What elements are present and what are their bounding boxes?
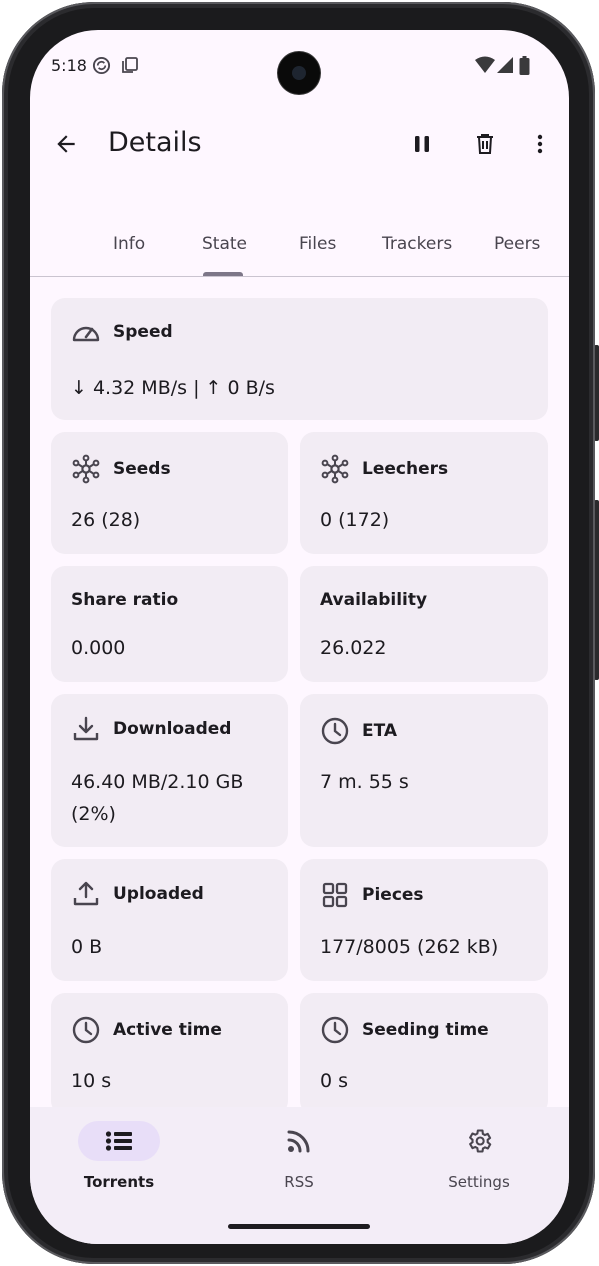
copy-status-icon [121,56,139,78]
leechers-label: Leechers [362,459,449,479]
nav-rss-label: RSS [284,1173,314,1191]
seeds-card: Seeds 26 (28) [51,432,288,554]
availability-value: 26.022 [320,637,387,659]
eta-label: ETA [362,721,398,741]
wifi-icon [475,56,495,78]
front-camera [278,52,320,94]
leechers-value: 0 (172) [320,509,390,531]
clock-icon [72,1016,100,1044]
nav-settings-label: Settings [448,1173,510,1191]
downloaded-value-line1: 46.40 MB/2.10 GB [71,771,244,793]
download-icon [73,716,99,741]
phone-frame: 5:18 Details Info State Files Trackers P… [2,2,595,1264]
pause-icon [415,136,429,152]
seeds-value: 26 (28) [71,509,141,531]
speed-label: Speed [113,322,173,342]
page-title: Details [108,127,202,158]
tab-bar: Info State Files Trackers Peers [30,220,569,277]
speed-card: Speed ↓ 4.32 MB/s | ↑ 0 B/s [51,298,548,420]
uploaded-label: Uploaded [113,884,204,904]
nav-torrents[interactable]: Torrents [59,1121,179,1191]
active-time-card: Active time 10 s [51,993,288,1115]
status-bar: 5:18 [30,30,569,100]
back-button[interactable] [46,124,86,164]
eta-card: ETA 7 m. 55 s [300,694,548,847]
arrow-back-icon [57,135,75,153]
list-icon [105,1131,132,1151]
downloaded-label: Downloaded [113,719,232,739]
battery-icon [519,56,530,79]
status-time: 5:18 [51,56,87,75]
pieces-card: Pieces 177/8005 (262 kB) [300,859,548,981]
more-options-button[interactable] [520,124,560,164]
upload-icon [73,881,99,906]
trash-icon [477,134,493,154]
delete-button[interactable] [465,124,505,164]
seeding-time-label: Seeding time [362,1020,489,1040]
share-ratio-card: Share ratio 0.000 [51,566,288,682]
tab-peers[interactable]: Peers [494,234,540,254]
active-time-label: Active time [113,1020,222,1040]
active-time-value: 10 s [71,1070,112,1092]
signal-icon [497,56,513,78]
screen: 5:18 Details Info State Files Trackers P… [30,30,569,1244]
more-vert-icon [537,134,543,154]
seeds-label: Seeds [113,459,171,479]
seeding-time-card: Seeding time 0 s [300,993,548,1115]
nav-rss[interactable]: RSS [239,1121,359,1191]
tab-state[interactable]: State [202,234,247,254]
share-ratio-label: Share ratio [71,590,179,610]
share-ratio-value: 0.000 [71,637,126,659]
nav-torrents-label: Torrents [83,1173,155,1191]
seeding-time-value: 0 s [320,1070,349,1092]
speedometer-icon [72,326,100,342]
speed-value: ↓ 4.32 MB/s | ↑ 0 B/s [71,377,275,399]
hub-icon [321,454,349,484]
rss-icon [287,1130,310,1153]
gear-icon [469,1129,492,1153]
hub-icon [72,454,100,484]
uploaded-value: 0 B [71,936,103,958]
tab-files[interactable]: Files [299,234,336,254]
pieces-value: 177/8005 (262 kB) [320,936,499,958]
clock-icon [321,1016,349,1044]
clock-icon [321,717,349,745]
tab-info[interactable]: Info [113,234,145,254]
state-content: Speed ↓ 4.32 MB/s | ↑ 0 B/s Seeds 26 (28… [30,277,569,1115]
downloaded-card: Downloaded 46.40 MB/2.10 GB (2%) [51,694,288,847]
downloaded-value-line2: (2%) [71,803,116,825]
nav-settings[interactable]: Settings [419,1121,539,1191]
active-tab-indicator [203,272,243,276]
availability-label: Availability [320,590,428,610]
uploaded-card: Uploaded 0 B [51,859,288,981]
eta-value: 7 m. 55 s [320,771,409,793]
downloaded-value: 46.40 MB/2.10 GB (2%) [71,766,243,830]
grid-icon [322,882,348,908]
pieces-label: Pieces [362,885,424,905]
pause-button[interactable] [402,124,442,164]
nav-active-indicator [78,1121,160,1161]
gesture-handle[interactable] [228,1224,370,1229]
nav-rss-pill [258,1121,340,1161]
nav-settings-pill [438,1121,520,1161]
leechers-card: Leechers 0 (172) [300,432,548,554]
availability-card: Availability 26.022 [300,566,548,682]
sync-status-icon [92,56,111,79]
tab-trackers[interactable]: Trackers [382,234,452,254]
